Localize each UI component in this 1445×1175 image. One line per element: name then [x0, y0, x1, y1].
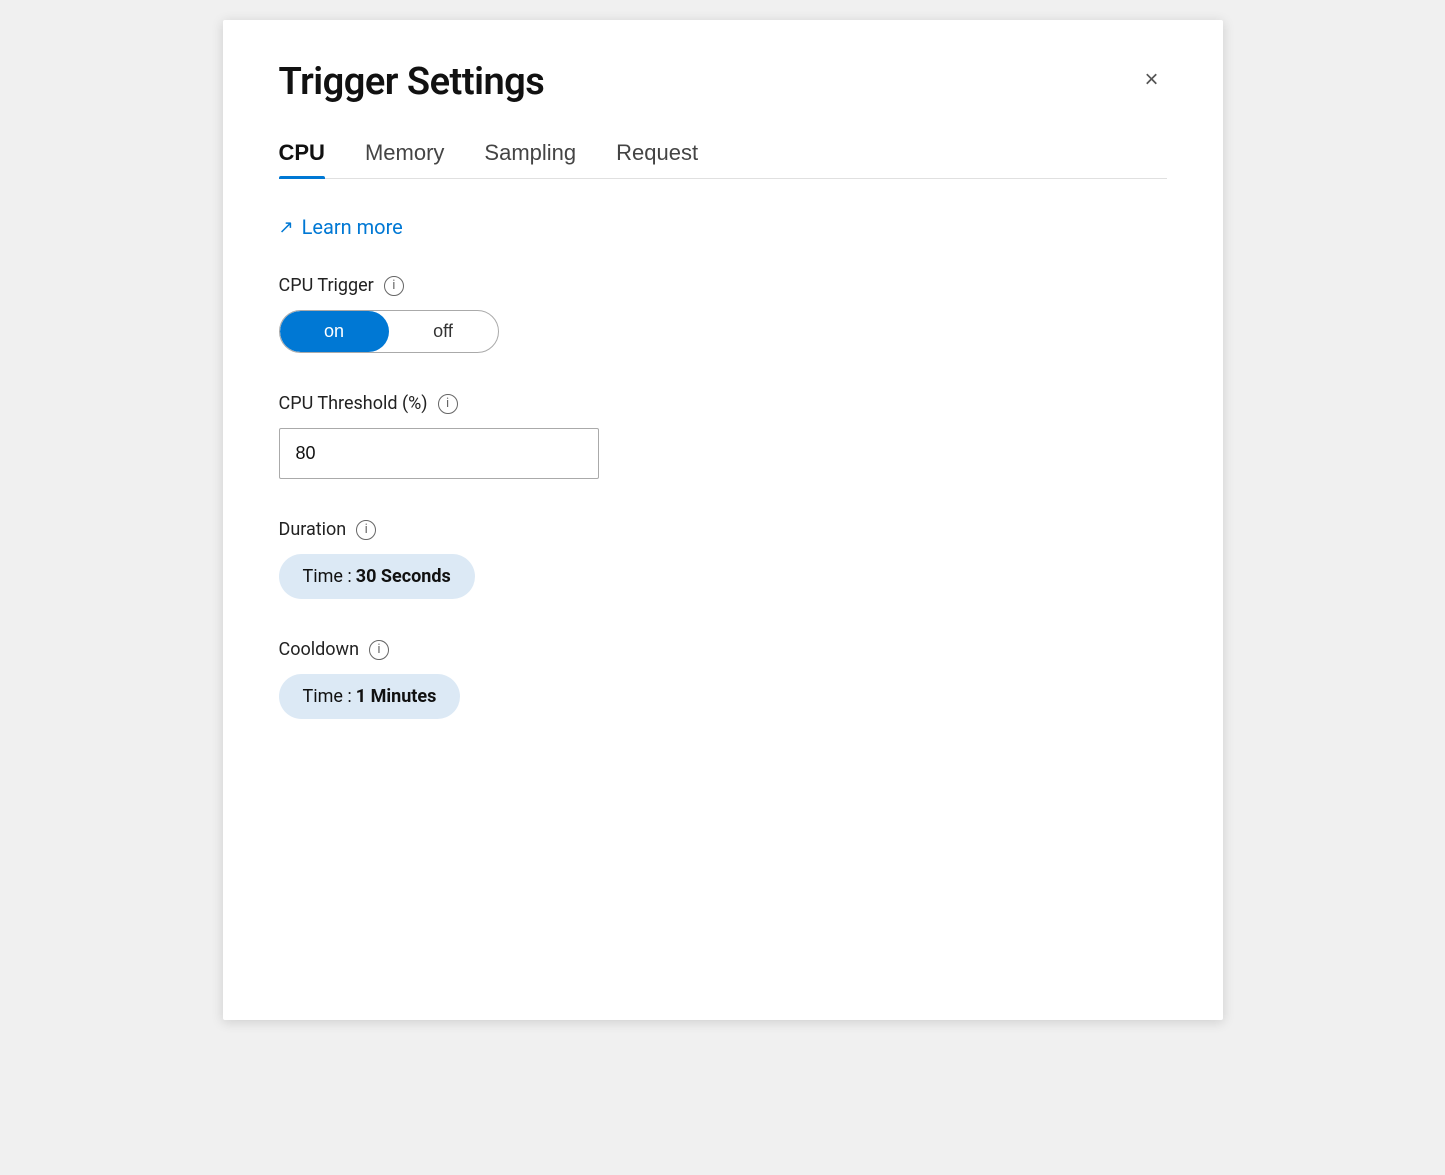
cpu-trigger-label-group: CPU Trigger i: [279, 275, 1167, 296]
duration-label-group: Duration i: [279, 519, 1167, 540]
tab-sampling[interactable]: Sampling: [484, 140, 576, 178]
cooldown-section: Cooldown i Time : 1 Minutes: [279, 639, 1167, 719]
learn-more-label: Learn more: [302, 215, 403, 239]
duration-label: Duration: [279, 519, 347, 540]
tab-memory[interactable]: Memory: [365, 140, 444, 178]
cpu-threshold-label: CPU Threshold (%): [279, 393, 428, 414]
duration-info-icon[interactable]: i: [356, 520, 376, 540]
toggle-off-button[interactable]: off: [389, 311, 498, 352]
cooldown-label-group: Cooldown i: [279, 639, 1167, 660]
external-link-icon: ↗: [279, 217, 294, 238]
toggle-on-button[interactable]: on: [280, 311, 389, 352]
duration-time-value: 30 Seconds: [356, 566, 451, 587]
cooldown-label: Cooldown: [279, 639, 360, 660]
duration-time-prefix: Time :: [303, 566, 352, 587]
cpu-threshold-input[interactable]: [279, 428, 599, 479]
cooldown-time-prefix: Time :: [303, 686, 352, 707]
tabs-container: CPU Memory Sampling Request: [279, 140, 1167, 179]
cpu-trigger-label: CPU Trigger: [279, 275, 374, 296]
duration-badge[interactable]: Time : 30 Seconds: [279, 554, 475, 599]
cpu-threshold-info-icon[interactable]: i: [438, 394, 458, 414]
dialog-header: Trigger Settings ×: [279, 60, 1167, 104]
tab-cpu[interactable]: CPU: [279, 140, 325, 178]
cooldown-info-icon[interactable]: i: [369, 640, 389, 660]
duration-section: Duration i Time : 30 Seconds: [279, 519, 1167, 599]
learn-more-link[interactable]: ↗ Learn more: [279, 215, 1167, 239]
close-button[interactable]: ×: [1136, 64, 1166, 96]
cpu-trigger-section: CPU Trigger i on off: [279, 275, 1167, 353]
dialog-title: Trigger Settings: [279, 60, 545, 104]
cpu-threshold-label-group: CPU Threshold (%) i: [279, 393, 1167, 414]
cooldown-badge[interactable]: Time : 1 Minutes: [279, 674, 461, 719]
cpu-threshold-section: CPU Threshold (%) i: [279, 393, 1167, 479]
tab-request[interactable]: Request: [616, 140, 698, 178]
trigger-settings-dialog: Trigger Settings × CPU Memory Sampling R…: [223, 20, 1223, 1020]
cooldown-time-value: 1 Minutes: [356, 686, 437, 707]
cpu-trigger-info-icon[interactable]: i: [384, 276, 404, 296]
cpu-trigger-toggle: on off: [279, 310, 499, 353]
